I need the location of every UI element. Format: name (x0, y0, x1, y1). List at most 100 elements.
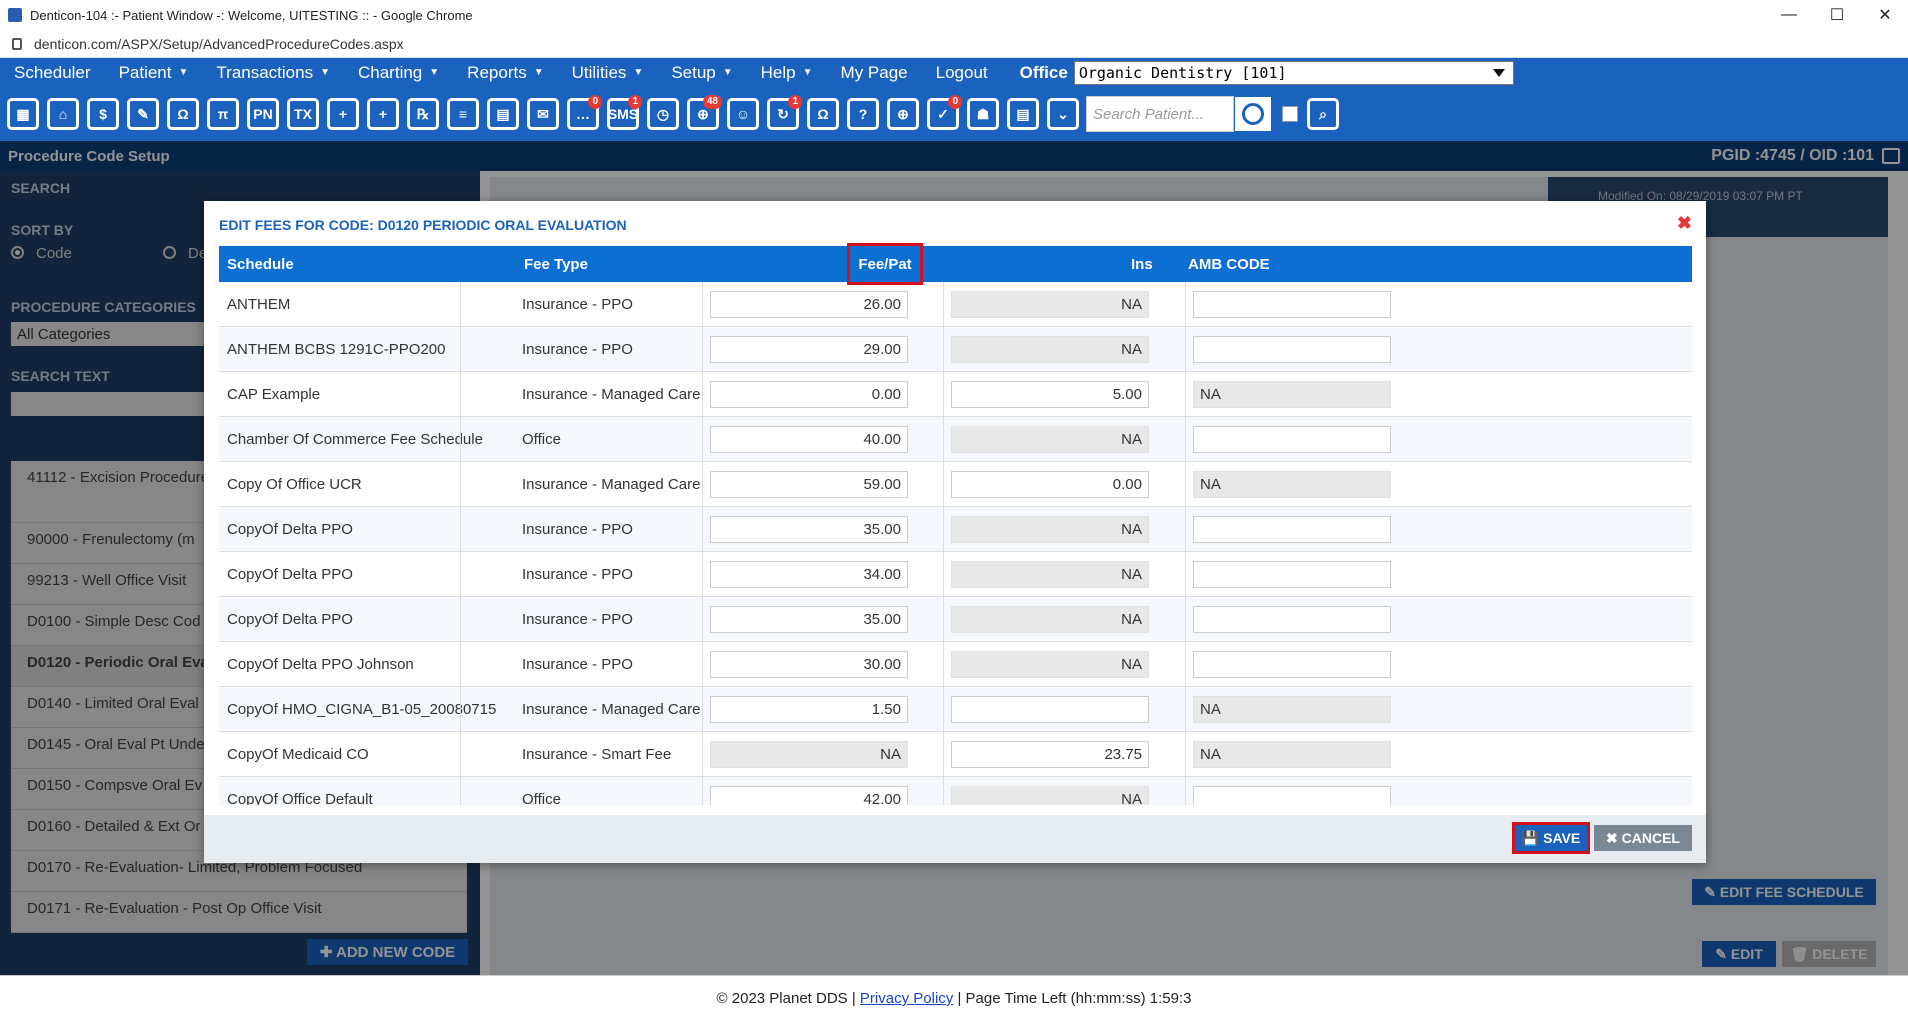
caret-down-icon: ▼ (178, 67, 189, 78)
cancel-button[interactable]: ✖ CANCEL (1594, 825, 1692, 851)
ins-input[interactable]: 0.00 (951, 471, 1149, 498)
menu-item-reports[interactable]: Reports ▼ (453, 58, 557, 87)
fee-pat-input[interactable]: 26.00 (710, 291, 908, 318)
maximize-icon[interactable]: ☐ (1814, 0, 1860, 30)
fee-pat-input[interactable]: 34.00 (710, 561, 908, 588)
tooth-icon[interactable]: Ω (164, 95, 202, 133)
staff-icon[interactable]: ☗ (964, 95, 1002, 133)
menu-item-charting[interactable]: Charting ▼ (344, 58, 453, 87)
dollar-icon-glyph: $ (87, 98, 119, 130)
table-row: CopyOf HMO_CIGNA_B1-05_20080715 Insurance… (219, 687, 1692, 732)
menu-item-help[interactable]: Help ▼ (747, 58, 827, 87)
document-icon-glyph: ≡ (447, 98, 479, 130)
fee-pat-input[interactable]: 0.00 (710, 381, 908, 408)
amb-code-input[interactable] (1193, 786, 1391, 805)
family-icon[interactable]: + (364, 95, 402, 133)
amb-code-input[interactable] (1193, 516, 1391, 543)
menu-item-my-page[interactable]: My Page (827, 58, 922, 87)
calendar-icon[interactable]: ▦ (4, 95, 42, 133)
privacy-policy-link[interactable]: Privacy Policy (860, 990, 953, 1033)
menu-item-scheduler[interactable]: Scheduler (0, 58, 105, 87)
web-icon[interactable]: ⊕ (884, 95, 922, 133)
menu-item-label: Help (760, 62, 796, 82)
minimize-icon[interactable]: — (1766, 0, 1812, 30)
fee-pat-input[interactable]: 29.00 (710, 336, 908, 363)
checkbox[interactable] (1282, 106, 1298, 122)
amb-code-input[interactable] (1193, 606, 1391, 633)
amb-code-input[interactable] (1193, 291, 1391, 318)
search-patient-input[interactable]: Search Patient... (1086, 96, 1234, 132)
globe-users-icon[interactable]: ⊕ 48 (684, 95, 722, 133)
modal-close-icon[interactable]: ✖ (1677, 213, 1692, 234)
clipboard-icon[interactable]: ✓ 0 (924, 95, 962, 133)
advanced-search-icon[interactable]: ⌕ (1304, 95, 1342, 133)
rx-icon[interactable]: ℞ (404, 95, 442, 133)
column-divider (943, 372, 944, 416)
collapse-icon[interactable]: ⌄ (1044, 95, 1082, 133)
schedule-cell: CopyOf Office Default (227, 790, 373, 806)
fee-pat-input[interactable]: 42.00 (710, 786, 908, 805)
fees-table-body: ANTHEM Insurance - PPO 26.00 NA ANTHEM BCBS … (219, 282, 1692, 805)
add-patient-icon[interactable]: + (324, 95, 362, 133)
chat-icon[interactable]: … 0 (564, 95, 602, 133)
fee-pat-input[interactable]: 1.50 (710, 696, 908, 723)
amb-code-input[interactable] (1193, 336, 1391, 363)
mail-icon[interactable]: ✉ (524, 95, 562, 133)
menu-item-transactions[interactable]: Transactions ▼ (202, 58, 344, 87)
help-tooth-icon[interactable]: ? (844, 95, 882, 133)
schedule-cell: CopyOf Delta PPO (227, 610, 353, 628)
document-icon[interactable]: ≡ (444, 95, 482, 133)
schedule-cell: ANTHEM BCBS 1291C-PPO200 (227, 340, 446, 358)
menu-item-patient[interactable]: Patient ▼ (105, 58, 203, 87)
dollar-icon[interactable]: $ (84, 95, 122, 133)
notification-badge: 1 (788, 95, 802, 109)
notification-badge: 0 (588, 95, 602, 109)
ins-input[interactable] (951, 696, 1149, 723)
pn-icon[interactable]: PN (244, 95, 282, 133)
fee-pat-input[interactable]: 30.00 (710, 651, 908, 678)
column-divider (460, 372, 461, 416)
amb-code-input[interactable] (1193, 651, 1391, 678)
tooth-chart-icon[interactable]: Ω (804, 95, 842, 133)
office-select[interactable]: Organic Dentistry [101] (1073, 60, 1514, 85)
table-row: CopyOf Delta PPO Insurance - PPO 35.00 NA (219, 597, 1692, 642)
home-icon[interactable]: ⌂ (44, 95, 82, 133)
fee-pat-input[interactable]: 35.00 (710, 606, 908, 633)
clock-icon[interactable]: ◷ (644, 95, 682, 133)
amb-code-input[interactable] (1193, 426, 1391, 453)
print-icon[interactable]: ▤ (1004, 95, 1042, 133)
column-divider (702, 687, 703, 731)
sms-icon[interactable]: SMS 1 (604, 95, 642, 133)
menu-item-setup[interactable]: Setup ▼ (657, 58, 746, 87)
patient-search-button[interactable] (1234, 96, 1272, 132)
amb-code-input: NA (1193, 381, 1391, 408)
menu-item-logout[interactable]: Logout (922, 58, 1002, 87)
printer-doc-icon[interactable]: ▤ (484, 95, 522, 133)
collapse-icon-glyph: ⌄ (1047, 98, 1079, 130)
lock-icon (12, 37, 22, 50)
table-row: CopyOf Delta PPO Johnson Insurance - PPO 3… (219, 642, 1692, 687)
column-divider (460, 327, 461, 371)
ins-input[interactable]: 5.00 (951, 381, 1149, 408)
fee-pat-input[interactable]: 59.00 (710, 471, 908, 498)
column-divider (1185, 777, 1186, 805)
tx-icon[interactable]: TX (284, 95, 322, 133)
amb-code-input[interactable] (1193, 561, 1391, 588)
main-menu: Scheduler Patient ▼ Transactions ▼ Charting ▼ R… (0, 58, 1908, 87)
notes-icon[interactable]: ✎ (124, 95, 162, 133)
close-window-icon[interactable]: ✕ (1862, 0, 1908, 30)
implant-icon[interactable]: π (204, 95, 242, 133)
caret-down-icon: ▼ (320, 67, 330, 78)
tx-icon-glyph: TX (287, 98, 319, 130)
fee-pat-input[interactable]: 40.00 (710, 426, 908, 453)
refresh-user-icon[interactable]: ↻ 1 (764, 95, 802, 133)
ins-input[interactable]: 23.75 (951, 741, 1149, 768)
menu-item-utilities[interactable]: Utilities ▼ (558, 58, 658, 87)
column-divider (943, 462, 944, 506)
address-bar[interactable]: denticon.com/ASPX/Setup/AdvancedProcedur… (0, 30, 1908, 58)
caret-down-icon: ▼ (633, 67, 644, 78)
save-button[interactable]: 💾 SAVE (1512, 822, 1590, 854)
app-root: Denticon-104 :- Patient Window -: Welcom… (0, 0, 1908, 1033)
fee-pat-input[interactable]: 35.00 (710, 516, 908, 543)
support-icon[interactable]: ☺ (724, 95, 762, 133)
